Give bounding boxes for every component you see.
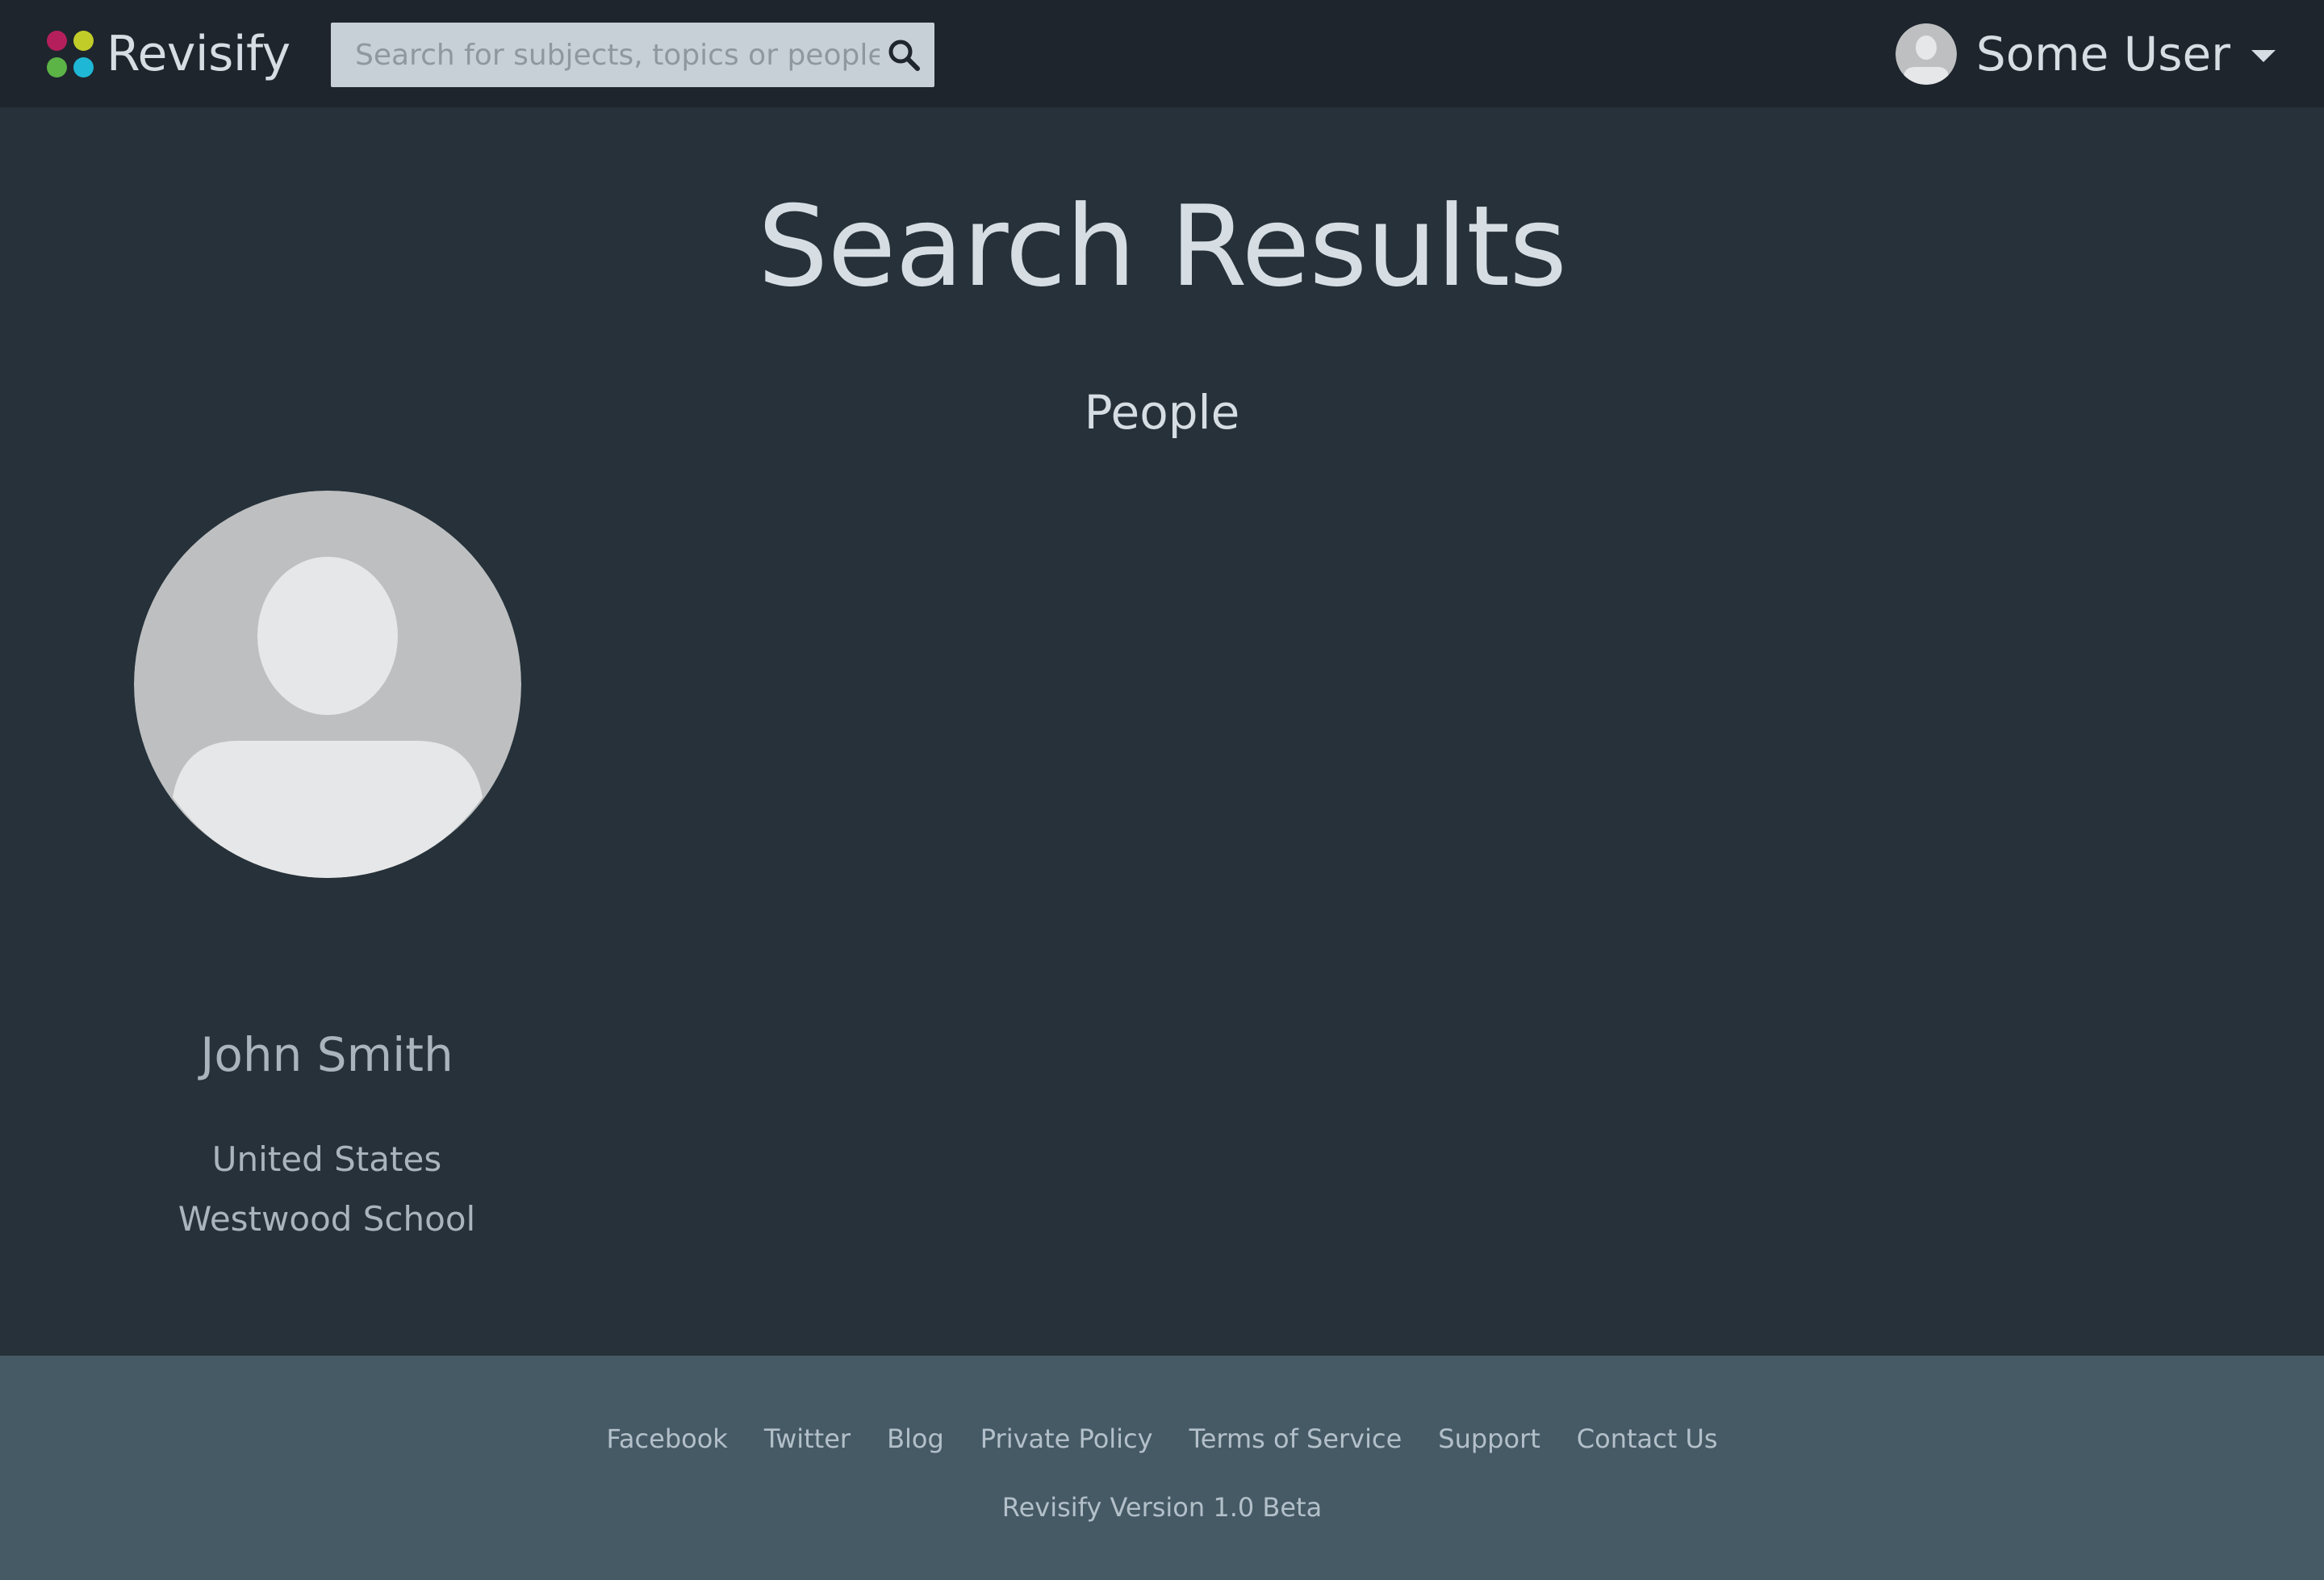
- page: Revisify Some User S: [0, 0, 2324, 1580]
- search-button[interactable]: [883, 34, 925, 76]
- top-navbar: Revisify Some User: [0, 0, 2324, 107]
- footer-link-blog[interactable]: Blog: [887, 1416, 944, 1461]
- user-name: Some User: [1975, 27, 2230, 82]
- version-text: Revisify Version 1.0 Beta: [1001, 1492, 1323, 1523]
- user-menu-toggle[interactable]: Some User: [1895, 21, 2276, 87]
- brand-name: Revisify: [107, 26, 290, 82]
- four-dot-logo-icon: [47, 31, 94, 77]
- caret-down-icon: [2251, 49, 2276, 62]
- logo-dot: [47, 31, 67, 51]
- footer-link-contact-us[interactable]: Contact Us: [1577, 1416, 1718, 1461]
- footer-link-facebook[interactable]: Facebook: [606, 1416, 727, 1461]
- person-name[interactable]: John Smith: [97, 1023, 557, 1086]
- footer: Facebook Twitter Blog Private Policy Ter…: [0, 1356, 2324, 1580]
- footer-link-terms-of-service[interactable]: Terms of Service: [1189, 1416, 1402, 1461]
- footer-link-support[interactable]: Support: [1438, 1416, 1540, 1461]
- person-school: Westwood School: [178, 1199, 476, 1239]
- main-content: Search Results People John Smith United …: [0, 107, 2324, 1356]
- logo-dot: [73, 57, 94, 77]
- logo-dot: [47, 57, 67, 77]
- brand-home-link[interactable]: Revisify: [47, 23, 290, 86]
- footer-link-twitter[interactable]: Twitter: [764, 1416, 851, 1461]
- footer-links: Facebook Twitter Blog Private Policy Ter…: [0, 1416, 2324, 1461]
- search-input[interactable]: [331, 23, 880, 87]
- default-avatar-icon: [134, 491, 521, 878]
- footer-link-privacy-policy[interactable]: Private Policy: [980, 1416, 1153, 1461]
- section-title-people: People: [1084, 385, 1240, 440]
- default-avatar-icon: [1895, 23, 1957, 85]
- logo-dot: [73, 31, 94, 51]
- person-country: United States: [211, 1139, 442, 1179]
- search-icon: [888, 40, 920, 71]
- search-bar: [331, 23, 934, 87]
- page-title: Search Results: [757, 182, 1567, 311]
